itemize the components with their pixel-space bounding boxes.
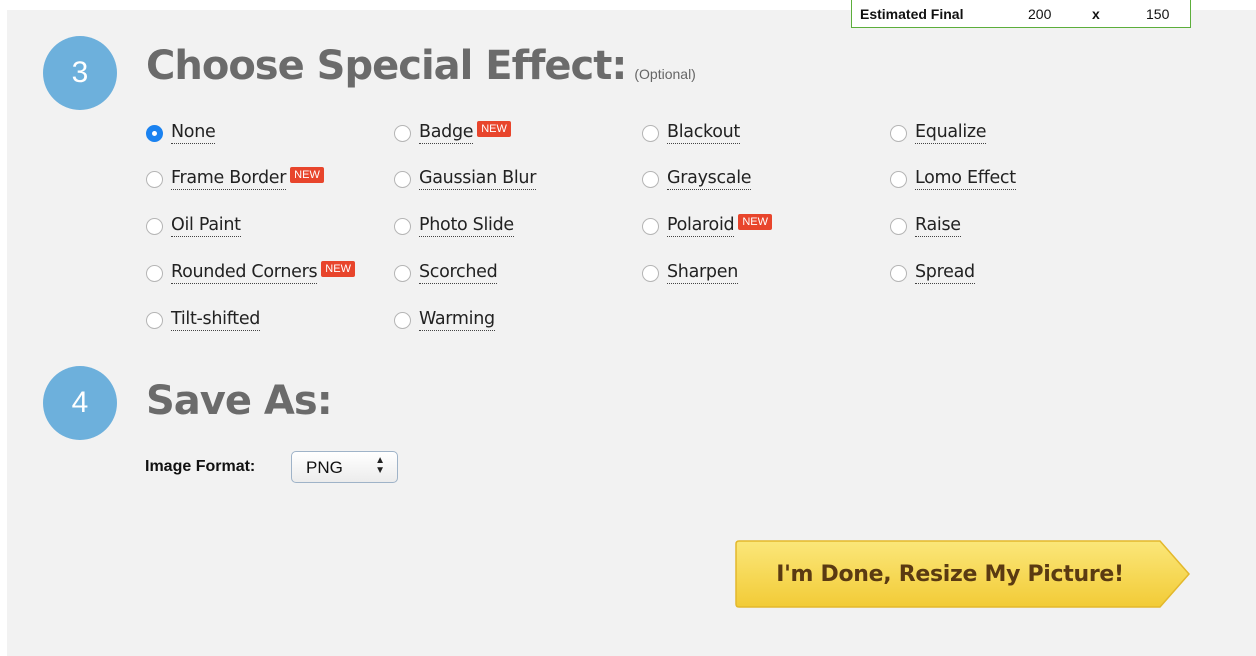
radio-unchecked-icon[interactable] bbox=[394, 264, 411, 282]
effect-option-label[interactable]: Photo Slide bbox=[419, 215, 514, 237]
estimated-width: 200 bbox=[1028, 6, 1052, 22]
effect-option[interactable]: Frame Border NEW bbox=[146, 167, 324, 191]
effect-option[interactable]: Blackout bbox=[642, 121, 740, 145]
effect-option-label[interactable]: None bbox=[171, 122, 216, 144]
radio-unchecked-icon[interactable] bbox=[890, 217, 907, 235]
effect-option[interactable]: Oil Paint bbox=[146, 214, 241, 238]
image-format-value: PNG bbox=[306, 458, 343, 477]
effect-option-label[interactable]: Oil Paint bbox=[171, 215, 241, 237]
step-4-badge: 4 bbox=[43, 366, 117, 440]
effect-option[interactable]: Rounded Corners NEW bbox=[146, 261, 355, 285]
radio-checked-icon[interactable] bbox=[146, 124, 163, 142]
radio-unchecked-icon[interactable] bbox=[146, 217, 163, 235]
radio-unchecked-icon[interactable] bbox=[146, 264, 163, 282]
image-format-select[interactable]: PNG ▲ ▼ bbox=[291, 451, 398, 483]
effect-option-label[interactable]: Warming bbox=[419, 309, 495, 331]
effect-option-label[interactable]: Gaussian Blur bbox=[419, 168, 536, 190]
effect-option[interactable]: None bbox=[146, 121, 216, 145]
effect-option-label[interactable]: Badge bbox=[419, 122, 474, 144]
radio-unchecked-icon[interactable] bbox=[146, 170, 163, 188]
effect-section-heading: Choose Special Effect: (Optional) bbox=[146, 43, 696, 89]
effect-option[interactable]: Sharpen bbox=[642, 261, 738, 285]
image-format-label: Image Format: bbox=[145, 458, 256, 475]
estimated-separator: x bbox=[1092, 6, 1100, 22]
effect-option[interactable]: Polaroid NEW bbox=[642, 214, 772, 238]
resize-submit-button[interactable]: I'm Done, Resize My Picture! bbox=[735, 540, 1190, 608]
effect-option[interactable]: Raise bbox=[890, 214, 961, 238]
effect-option-label[interactable]: Rounded Corners bbox=[171, 262, 318, 284]
effect-option[interactable]: Badge NEW bbox=[394, 121, 511, 145]
estimated-final-box: Estimated Final 200 x 150 bbox=[851, 0, 1191, 28]
radio-unchecked-icon[interactable] bbox=[394, 311, 411, 329]
new-badge: NEW bbox=[738, 214, 772, 230]
radio-unchecked-icon[interactable] bbox=[642, 264, 659, 282]
optional-note: (Optional) bbox=[634, 66, 696, 82]
radio-unchecked-icon[interactable] bbox=[890, 170, 907, 188]
effect-section-title: Choose Special Effect: bbox=[146, 43, 627, 89]
effect-option[interactable]: Warming bbox=[394, 308, 495, 332]
effect-option-label[interactable]: Spread bbox=[915, 262, 975, 284]
step-3-badge: 3 bbox=[43, 36, 117, 110]
effect-option-label[interactable]: Equalize bbox=[915, 122, 987, 144]
effect-option-label[interactable]: Scorched bbox=[419, 262, 498, 284]
effect-option-label[interactable]: Lomo Effect bbox=[915, 168, 1016, 190]
new-badge: NEW bbox=[477, 121, 511, 137]
radio-unchecked-icon[interactable] bbox=[394, 170, 411, 188]
effect-option-label[interactable]: Polaroid bbox=[667, 215, 735, 237]
effect-option-label[interactable]: Grayscale bbox=[667, 168, 752, 190]
effect-option-label[interactable]: Frame Border bbox=[171, 168, 286, 190]
radio-unchecked-icon[interactable] bbox=[890, 124, 907, 142]
effect-option[interactable]: Scorched bbox=[394, 261, 498, 285]
effect-option-label[interactable]: Blackout bbox=[667, 122, 740, 144]
effect-option-label[interactable]: Raise bbox=[915, 215, 961, 237]
radio-unchecked-icon[interactable] bbox=[394, 124, 411, 142]
effect-option-label[interactable]: Sharpen bbox=[667, 262, 738, 284]
effect-option[interactable]: Grayscale bbox=[642, 167, 752, 191]
estimated-height: 150 bbox=[1146, 6, 1170, 22]
radio-unchecked-icon[interactable] bbox=[890, 264, 907, 282]
radio-unchecked-icon[interactable] bbox=[146, 311, 163, 329]
new-badge: NEW bbox=[321, 261, 355, 277]
effect-option-label[interactable]: Tilt-shifted bbox=[171, 309, 260, 331]
radio-unchecked-icon[interactable] bbox=[642, 217, 659, 235]
select-arrows-icon: ▲ ▼ bbox=[375, 455, 385, 476]
effect-option[interactable]: Lomo Effect bbox=[890, 167, 1016, 191]
radio-unchecked-icon[interactable] bbox=[642, 124, 659, 142]
estimated-final-label: Estimated Final bbox=[860, 6, 964, 22]
effect-option[interactable]: Photo Slide bbox=[394, 214, 514, 238]
effect-option[interactable]: Tilt-shifted bbox=[146, 308, 260, 332]
radio-unchecked-icon[interactable] bbox=[394, 217, 411, 235]
save-as-heading: Save As: bbox=[146, 378, 333, 424]
radio-unchecked-icon[interactable] bbox=[642, 170, 659, 188]
effect-option[interactable]: Gaussian Blur bbox=[394, 167, 536, 191]
effect-option[interactable]: Equalize bbox=[890, 121, 987, 145]
effect-option[interactable]: Spread bbox=[890, 261, 975, 285]
new-badge: NEW bbox=[290, 167, 324, 183]
resize-submit-label: I'm Done, Resize My Picture! bbox=[776, 561, 1124, 587]
